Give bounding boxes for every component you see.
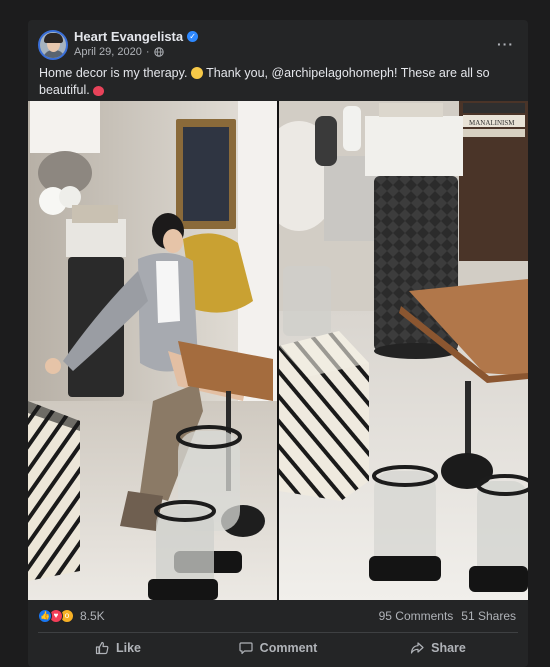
post-card: Heart Evangelista ✓ April 29, 2020 · ···… bbox=[28, 20, 528, 667]
post-header: Heart Evangelista ✓ April 29, 2020 · ··· bbox=[38, 28, 518, 70]
post-stats: 👍 ♥ o 8.5K 95 Comments 51 Shares bbox=[38, 608, 516, 626]
share-icon bbox=[411, 642, 424, 654]
comment-button[interactable]: Comment bbox=[198, 635, 358, 661]
author-avatar[interactable] bbox=[38, 30, 68, 60]
meta-separator: · bbox=[145, 46, 150, 58]
verified-badge-icon: ✓ bbox=[187, 31, 199, 42]
share-button[interactable]: Share bbox=[358, 635, 518, 661]
relieved-face-emoji-icon bbox=[190, 67, 203, 79]
photo-left[interactable] bbox=[28, 101, 277, 600]
book-spine-text: MANALINISM bbox=[469, 119, 515, 127]
like-button[interactable]: Like bbox=[38, 635, 198, 661]
like-button-label: Like bbox=[115, 641, 141, 655]
reaction-count: 8.5K bbox=[80, 609, 105, 623]
page-background: Heart Evangelista ✓ April 29, 2020 · ···… bbox=[0, 0, 550, 667]
comment-button-label: Comment bbox=[259, 641, 318, 655]
photo-right[interactable]: MANALINISM bbox=[279, 101, 528, 600]
post-date[interactable]: April 29, 2020 bbox=[74, 46, 142, 58]
heart-ribbon-emoji-icon bbox=[93, 86, 105, 96]
author-name-row: Heart Evangelista ✓ bbox=[74, 29, 199, 44]
comments-count[interactable]: 95 Comments bbox=[379, 609, 454, 623]
photo-right-image: MANALINISM bbox=[279, 101, 528, 600]
actions-divider bbox=[38, 632, 518, 633]
reactions-summary[interactable]: 👍 ♥ o 8.5K bbox=[38, 609, 105, 623]
engagement-counts: 95 Comments 51 Shares bbox=[379, 609, 516, 623]
like-reaction-icon: 👍 bbox=[38, 609, 52, 623]
post-meta: April 29, 2020 · bbox=[74, 46, 164, 58]
author-name[interactable]: Heart Evangelista bbox=[74, 29, 183, 44]
photo-grid: MANALINISM bbox=[28, 101, 528, 600]
photo-left-image bbox=[28, 101, 277, 600]
shares-count[interactable]: 51 Shares bbox=[461, 609, 516, 623]
comment-icon bbox=[239, 642, 253, 655]
caption-text-1: Home decor is my therapy. bbox=[39, 66, 188, 80]
thumbs-up-icon bbox=[95, 641, 109, 655]
more-options-icon[interactable]: ··· bbox=[497, 36, 514, 52]
post-actions: Like Comment Share bbox=[38, 635, 518, 661]
share-button-label: Share bbox=[431, 641, 466, 655]
globe-icon bbox=[153, 47, 164, 57]
post-caption: Home decor is my therapy. Thank you, @ar… bbox=[39, 65, 509, 99]
